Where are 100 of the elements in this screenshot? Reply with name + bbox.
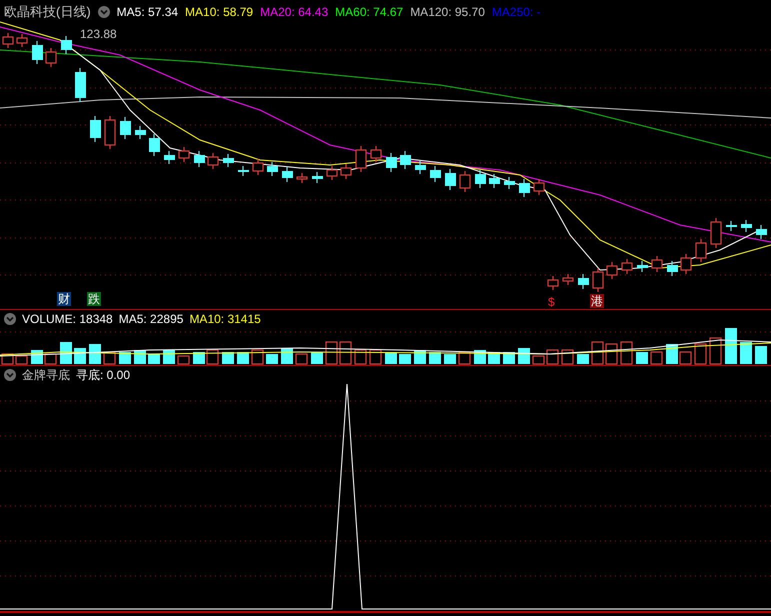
volume-bar (370, 350, 382, 364)
volume-bar (89, 344, 101, 364)
candlestick (194, 150, 205, 168)
indicator-value: MA120: 95.70 (410, 6, 485, 18)
volume-bar (399, 354, 411, 364)
volume-bar (193, 352, 205, 364)
candlestick (312, 172, 323, 184)
candlestick (104, 116, 116, 150)
volume-bar (518, 348, 530, 364)
volume-bar (710, 338, 722, 364)
candlestick (340, 164, 352, 180)
candlestick (296, 172, 308, 184)
candlestick (475, 170, 486, 188)
volume-bar (252, 350, 264, 364)
volume-bar (266, 354, 278, 364)
candlestick (592, 268, 604, 292)
indicator-title: 金牌寻底 (22, 369, 70, 381)
volume-bar (296, 354, 308, 364)
candlestick (252, 158, 264, 176)
volume-bar (340, 342, 352, 364)
candlestick (135, 126, 146, 140)
volume-bar (650, 352, 662, 364)
volume-bar (503, 352, 515, 364)
volume-bar (694, 344, 706, 364)
volume-bar (44, 354, 56, 364)
candlestick (680, 254, 692, 274)
indicator-value: VOLUME: 18348 (22, 313, 113, 325)
event-marker[interactable]: $ (547, 295, 556, 309)
candlestick (238, 166, 249, 176)
volume-bar (104, 352, 116, 364)
volume-bar (163, 350, 175, 364)
chart-title: 欧晶科技(日线) (4, 5, 91, 18)
volume-bar (385, 352, 397, 364)
candlestick (386, 152, 397, 172)
candlestick (400, 150, 411, 170)
candlestick (370, 146, 382, 162)
volume-bar (444, 354, 456, 364)
price-label: 123.88 (80, 28, 117, 40)
candlestick (622, 258, 632, 274)
candlestick (445, 168, 456, 190)
volume-bar (577, 354, 589, 364)
event-marker[interactable]: 港 (590, 294, 604, 308)
candlestick (504, 176, 515, 190)
volume-bar (546, 350, 558, 364)
volume-bar (606, 344, 618, 364)
candlestick (710, 218, 722, 248)
volume-bar (311, 352, 323, 364)
candlestick (75, 68, 86, 102)
volume-bar (2, 354, 14, 364)
candlestick (756, 224, 767, 240)
candlestick (726, 220, 737, 232)
volume-bar (119, 352, 131, 364)
candlestick (415, 160, 426, 174)
indicator-value: 寻底: 0.00 (76, 369, 130, 381)
candlestick (326, 166, 338, 180)
candlestick (61, 36, 72, 54)
volume-bar (148, 354, 160, 364)
volume-bar (620, 342, 632, 364)
candlestick (652, 256, 662, 272)
candlestick (356, 146, 366, 172)
candlestick (178, 146, 190, 162)
volume-bar (237, 352, 249, 364)
indicator-value: MA250: - (492, 6, 541, 18)
candlestick (149, 134, 160, 156)
event-marker[interactable]: 跌 (87, 292, 101, 306)
volume-bar (16, 356, 28, 364)
candlestick (460, 170, 470, 192)
candlestick (696, 238, 706, 262)
candlestick (164, 150, 175, 164)
candlestick (32, 40, 43, 64)
candlestick (637, 260, 648, 272)
volume-bar (725, 328, 737, 364)
volume-bar (354, 350, 366, 364)
candlestick (548, 276, 558, 290)
volume-bar (532, 356, 544, 364)
candlestick (2, 32, 14, 48)
candlestick (90, 116, 101, 142)
event-marker[interactable]: 财 (57, 292, 71, 306)
volume-bar (740, 342, 752, 364)
candlestick (519, 178, 530, 198)
indicator-value: MA60: 74.67 (335, 6, 404, 18)
candlestick (223, 154, 234, 168)
volume-bar (666, 344, 678, 364)
candlestick (282, 166, 293, 182)
collapse-icon[interactable] (98, 6, 110, 18)
candlestick (534, 178, 544, 196)
volume-bar (458, 352, 470, 364)
candlestick (120, 116, 131, 140)
collapse-icon[interactable] (4, 313, 16, 325)
candlestick (667, 260, 678, 276)
volume-bar (636, 352, 648, 364)
volume-bar (60, 342, 72, 364)
candlestick (606, 262, 618, 280)
indicator-value: MA5: 57.34 (116, 6, 178, 18)
indicator-value: MA10: 58.79 (185, 6, 254, 18)
volume-bar (206, 350, 218, 364)
volume-bar (562, 350, 574, 364)
collapse-icon[interactable] (4, 369, 16, 381)
candlestick (208, 152, 218, 170)
volume-bar (680, 352, 692, 364)
